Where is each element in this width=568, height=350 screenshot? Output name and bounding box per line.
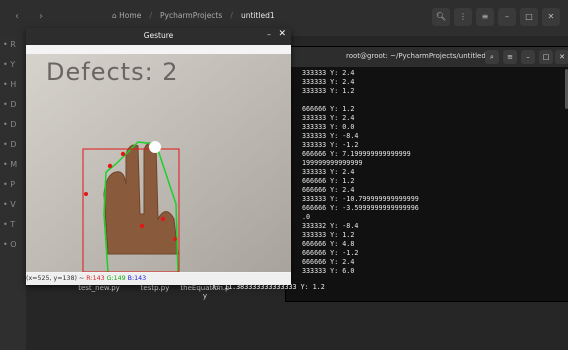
- terminal-line: 666666 Y: 2.4: [302, 186, 355, 194]
- breadcrumb-separator: /: [230, 11, 233, 20]
- contour-point: [120, 151, 126, 157]
- sidebar-item[interactable]: • V: [3, 198, 23, 212]
- file-label: test_new.py: [78, 284, 120, 292]
- close-icon[interactable]: ✕: [542, 8, 560, 26]
- breadcrumb-home[interactable]: ⌂ Home: [106, 9, 147, 22]
- contour-point: [84, 192, 88, 196]
- sidebar-item[interactable]: • O: [3, 238, 23, 252]
- terminal-line: 199999999999999: [302, 159, 363, 167]
- terminal-last-line: X: 11.383333333333333 Y: 1.2: [212, 283, 325, 291]
- maximize-icon[interactable]: □: [539, 50, 553, 64]
- terminal-line: 333333 Y: 2.4: [302, 114, 355, 122]
- breadcrumb-home-label: Home: [119, 11, 142, 20]
- file-label: testp.py: [140, 284, 170, 292]
- chevron-left-icon[interactable]: ‹: [10, 10, 24, 24]
- sidebar-item[interactable]: • D: [3, 118, 23, 132]
- file-item-test-new[interactable]: test_new.py: [74, 284, 124, 292]
- minimize-icon[interactable]: –: [498, 8, 516, 26]
- gesture-toolbar: [26, 45, 291, 54]
- contour-point: [160, 216, 166, 222]
- camera-image: [26, 54, 291, 272]
- file-item-testp[interactable]: testp.py: [130, 284, 180, 292]
- terminal-line: 333333 Y: 2.4: [302, 78, 355, 86]
- minimize-icon[interactable]: –: [267, 30, 271, 39]
- contour-point: [139, 223, 145, 229]
- terminal-line: 333333 Y: -10.799999999999999: [302, 195, 419, 203]
- fingertip-marker: [149, 141, 161, 153]
- terminal-line: 333333 Y: 2.4: [302, 168, 355, 176]
- terminal-line: 666666 Y: -1.2: [302, 249, 359, 257]
- cursor-position: (x=525, y=138) ~: [26, 275, 85, 282]
- terminal-output: 333333 Y: 2.4 333333 Y: 2.4 333333 Y: 1.2 …: [290, 69, 563, 297]
- terminal-line: .0: [302, 213, 311, 221]
- close-icon[interactable]: ✕: [278, 29, 286, 39]
- gesture-title: Gesture: [143, 31, 174, 40]
- terminal-line: 666666 Y: 4.8: [302, 240, 355, 248]
- terminal-titlebar[interactable]: root@groot: ~/PycharmProjects/untitled1 …: [286, 47, 568, 67]
- terminal-line: 333333 Y: -1.2: [302, 141, 359, 149]
- terminal-line: 333333 Y: 2.4: [302, 69, 355, 77]
- terminal-line: 333332 Y: -8.4: [302, 222, 359, 230]
- terminal-line: 333333 Y: 1.2: [302, 87, 355, 95]
- terminal-title: root@groot: ~/PycharmProjects/untitled1: [346, 52, 491, 60]
- header-actions: 🔍︎ ⋮ ≡ – □ ✕: [432, 8, 560, 26]
- chevron-right-icon[interactable]: ›: [34, 10, 48, 24]
- sidebar-item[interactable]: • Y: [3, 58, 23, 72]
- view-options-icon[interactable]: ⋮: [454, 8, 472, 26]
- sidebar-item[interactable]: • M: [3, 158, 23, 172]
- terminal-line: 333333 Y: 0.0: [302, 123, 355, 131]
- terminal-line: 666666 Y: 2.4: [302, 258, 355, 266]
- terminal-line: 333333 Y: 1.2: [302, 231, 355, 239]
- camera-feed[interactable]: Defects: 2: [26, 54, 291, 272]
- sidebar-item[interactable]: • P: [3, 178, 23, 192]
- green-value: G:149: [106, 275, 126, 282]
- terminal-line: 666666 Y: -3.5999999999999996: [302, 204, 419, 212]
- terminal-line: 666666 Y: 7.199999999999999: [302, 150, 411, 158]
- maximize-icon[interactable]: □: [520, 8, 538, 26]
- terminal-line: 333333 Y: 6.0: [302, 267, 355, 275]
- breadcrumb: ⌂ Home / PycharmProjects / untitled1: [106, 9, 281, 22]
- gesture-titlebar[interactable]: Gesture – ✕: [26, 28, 291, 45]
- places-sidebar: • R • Y • H • D • D • D • M • P • V • T • O: [0, 36, 26, 350]
- red-value: R:143: [86, 275, 105, 282]
- terminal-window[interactable]: root@groot: ~/PycharmProjects/untitled1 …: [285, 46, 568, 302]
- search-icon[interactable]: ⌕: [485, 50, 499, 64]
- breadcrumb-untitled1[interactable]: untitled1: [235, 9, 281, 22]
- terminal-line: 333333 Y: -8.4: [302, 132, 359, 140]
- blue-value: B:143: [127, 275, 147, 282]
- sidebar-item[interactable]: • D: [3, 138, 23, 152]
- defects-label: Defects: 2: [46, 58, 179, 86]
- close-icon[interactable]: ✕: [555, 50, 568, 64]
- menu-icon[interactable]: ≡: [476, 8, 494, 26]
- breadcrumb-pycharmprojects[interactable]: PycharmProjects: [154, 9, 228, 22]
- contour-point: [107, 163, 113, 169]
- search-icon[interactable]: 🔍︎: [432, 8, 450, 26]
- contour-point: [173, 237, 177, 241]
- sidebar-item[interactable]: • T: [3, 218, 23, 232]
- breadcrumb-separator: /: [149, 11, 153, 20]
- gesture-window[interactable]: Gesture – ✕ Defects: 2 (x=525, y=138) ~ …: [26, 28, 291, 285]
- menu-icon[interactable]: ≡: [503, 50, 517, 64]
- sidebar-item[interactable]: • D: [3, 98, 23, 112]
- sidebar-item[interactable]: • H: [3, 78, 23, 92]
- terminal-line: 666666 Y: 1.2: [302, 105, 355, 113]
- sidebar-item[interactable]: • R: [3, 38, 23, 52]
- minimize-icon[interactable]: –: [521, 50, 535, 64]
- terminal-line: 666666 Y: 1.2: [302, 177, 355, 185]
